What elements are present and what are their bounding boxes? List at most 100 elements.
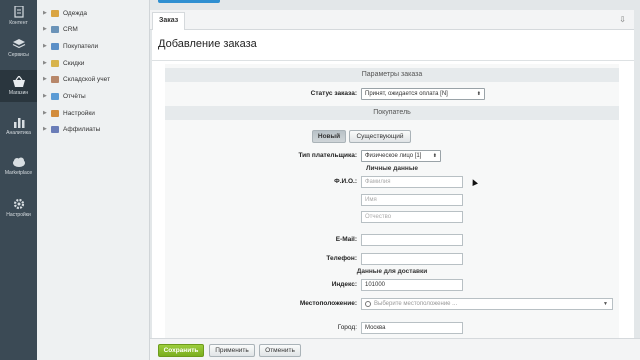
tab-bar: Заказ ⇩ — [150, 10, 634, 30]
location-label: Местоположение: — [299, 300, 357, 307]
affiliates-icon — [51, 125, 59, 133]
settings-icon — [51, 109, 59, 117]
payer-type-select[interactable]: Физическое лицо [1] ⬍ — [361, 150, 441, 162]
section-buyer: Покупатель — [165, 106, 619, 120]
tree-item-affiliates[interactable]: ▶ Аффилиаты — [43, 123, 100, 135]
rail-label: Настройки — [6, 212, 31, 218]
firstname-input[interactable]: Имя — [361, 194, 463, 206]
tree-item-label: Покупатели — [63, 42, 99, 50]
buyer-new-button[interactable]: Новый — [312, 130, 346, 143]
chevron-down-icon: ▼ — [603, 301, 608, 307]
crm-icon — [51, 25, 59, 33]
expand-arrow-icon[interactable]: ▶ — [43, 126, 51, 132]
expand-arrow-icon[interactable]: ▶ — [43, 76, 51, 82]
tree-item-label: Скидки — [63, 59, 85, 67]
delivery-data-heading: Данные для доставки — [356, 268, 428, 275]
phone-row: Телефон: — [165, 253, 619, 267]
rail-label: Магазин — [8, 90, 29, 96]
index-label: Индекс: — [331, 281, 357, 288]
expand-arrow-icon[interactable]: ▶ — [43, 43, 51, 49]
middlename-row: Отчество — [165, 211, 619, 225]
tree-item-crm[interactable]: ▶ CRM — [43, 23, 78, 35]
firstname-row: Имя — [165, 194, 619, 208]
tree-item-label: Аффилиаты — [63, 125, 101, 133]
location-row: Местоположение: Выберите местоположение … — [165, 298, 619, 312]
city-input[interactable]: Москва — [361, 322, 463, 334]
personal-data-heading: Личные данные — [366, 165, 418, 172]
rail-item-analytics[interactable]: Аналитика — [0, 116, 37, 140]
payer-type-row: Тип плательщика: Физическое лицо [1] ⬍ — [165, 150, 619, 164]
payer-type-value: Физическое лицо [1] — [365, 153, 422, 159]
email-input[interactable] — [361, 234, 463, 246]
tree-item-label: Складской учет — [63, 75, 111, 83]
expand-arrow-icon[interactable]: ▶ — [43, 60, 51, 66]
rail-item-marketplace[interactable]: Marketplace — [0, 156, 37, 180]
phone-input[interactable] — [361, 253, 463, 265]
select-arrows-icon: ⬍ — [476, 91, 481, 97]
layers-icon — [12, 39, 25, 49]
buyer-existing-button[interactable]: Существующий — [349, 130, 411, 143]
tree-item-label: Отчёты — [63, 92, 86, 100]
tab-order[interactable]: Заказ — [152, 12, 186, 30]
fio-row: Ф.И.О.: Фамилия — [165, 176, 619, 190]
rail-item-services[interactable]: Сервисы — [0, 38, 37, 60]
main-nav-rail: Контент Сервисы Магазин Аналитика Market… — [0, 0, 37, 360]
expand-arrow-icon[interactable]: ▶ — [43, 110, 51, 116]
tree-item-clothes[interactable]: ▶ Одежда — [43, 7, 87, 19]
content-area: Заказ ⇩ Добавление заказа Параметры зака… — [150, 0, 640, 360]
order-form-panel: Добавление заказа Параметры заказа Стату… — [152, 30, 634, 338]
tree-item-settings[interactable]: ▶ Настройки — [43, 107, 95, 119]
rail-item-settings[interactable]: Настройки — [0, 198, 37, 222]
users-icon — [51, 42, 59, 50]
select-arrows-icon: ⬍ — [432, 153, 437, 159]
action-bar: Сохранить Применить Отменить — [150, 338, 640, 360]
reports-icon — [51, 92, 59, 100]
section-tree: ▶ Одежда ▶ CRM ▶ Покупатели ▶ Скидки ▶ С… — [37, 0, 150, 360]
city-label: Город: — [337, 324, 357, 331]
rail-label: Сервисы — [8, 52, 29, 58]
status-row: Статус заказа: Принят, ожидается оплата … — [165, 88, 619, 102]
top-accent-button[interactable] — [158, 0, 220, 3]
apply-button[interactable]: Применить — [209, 344, 255, 357]
status-select[interactable]: Принят, ожидается оплата [N] ⬍ — [361, 88, 485, 100]
bar-chart-icon — [13, 118, 24, 128]
status-value: Принят, ожидается оплата [N] — [365, 91, 448, 97]
pin-icon[interactable]: ⇩ — [619, 15, 626, 24]
rail-label: Контент — [9, 20, 28, 26]
payer-type-label: Тип плательщика: — [298, 152, 357, 159]
order-form: Параметры заказа Статус заказа: Принят, … — [165, 64, 619, 338]
cancel-button[interactable]: Отменить — [259, 344, 301, 357]
index-input[interactable]: 101000 — [361, 279, 463, 291]
section-order-params: Параметры заказа — [165, 68, 619, 82]
cloud-icon — [12, 157, 25, 167]
divider — [152, 60, 634, 61]
phone-label: Телефон: — [326, 255, 357, 262]
basket-icon — [12, 76, 25, 87]
warehouse-icon — [51, 75, 59, 83]
rail-label: Marketplace — [4, 170, 33, 176]
expand-arrow-icon[interactable]: ▶ — [43, 93, 51, 99]
search-icon — [365, 301, 371, 307]
lastname-input[interactable]: Фамилия — [361, 176, 463, 188]
tree-item-buyers[interactable]: ▶ Покупатели — [43, 40, 98, 52]
middlename-input[interactable]: Отчество — [361, 211, 463, 223]
expand-arrow-icon[interactable]: ▶ — [43, 26, 51, 32]
tree-item-label: Настройки — [63, 109, 95, 117]
city-row: Город: Москва — [165, 322, 619, 336]
document-icon — [13, 6, 24, 18]
gear-icon — [13, 198, 24, 210]
location-placeholder: Выберите местоположение ... — [374, 301, 458, 307]
save-button[interactable]: Сохранить — [158, 344, 204, 357]
tree-item-warehouse[interactable]: ▶ Складской учет — [43, 73, 110, 85]
email-row: E-Mail: — [165, 234, 619, 248]
tree-item-reports[interactable]: ▶ Отчёты — [43, 90, 86, 102]
tree-item-discounts[interactable]: ▶ Скидки — [43, 57, 84, 69]
tree-item-label: Одежда — [63, 9, 88, 17]
status-label: Статус заказа: — [310, 90, 357, 97]
expand-arrow-icon[interactable]: ▶ — [43, 10, 51, 16]
top-bar — [150, 0, 640, 4]
location-select[interactable]: Выберите местоположение ... ▼ — [361, 298, 613, 310]
rail-item-content[interactable]: Контент — [0, 6, 37, 26]
rail-item-shop[interactable]: Магазин — [0, 70, 37, 102]
page-title: Добавление заказа — [158, 38, 257, 50]
